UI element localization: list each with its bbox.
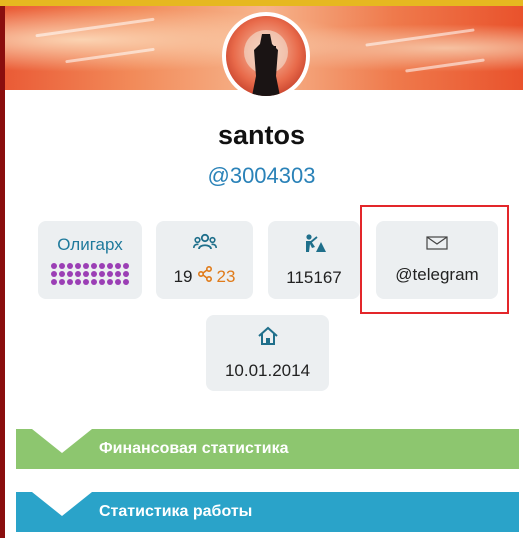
rank-dot: [75, 263, 81, 269]
share-icon: [197, 265, 213, 287]
work-value: 115167: [286, 267, 342, 287]
rank-dot: [99, 263, 105, 269]
rank-dot: [75, 271, 81, 277]
rank-dot: [107, 279, 113, 285]
rank-dot: [59, 263, 65, 269]
rank-dot: [123, 263, 129, 269]
rank-dot: [107, 263, 113, 269]
rank-dot: [99, 271, 105, 277]
finance-stats-section[interactable]: Финансовая статистика: [16, 429, 519, 469]
rank-dot: [83, 263, 89, 269]
home-icon: [257, 326, 279, 351]
rank-dot: [51, 279, 57, 285]
work-stats-section[interactable]: Статистика работы: [16, 492, 519, 532]
registration-date: 10.01.2014: [224, 360, 311, 380]
rank-dot: [91, 263, 97, 269]
rank-dot: [59, 271, 65, 277]
rank-dot: [91, 271, 97, 277]
work-stats-title: Статистика работы: [99, 503, 253, 520]
contact-highlight-frame: [360, 205, 509, 314]
finance-stats-title: Финансовая статистика: [99, 440, 289, 457]
rank-card[interactable]: Олигарх: [38, 221, 142, 299]
rank-dot: [115, 263, 121, 269]
rank-dot: [67, 279, 73, 285]
work-card[interactable]: 115167: [268, 221, 360, 299]
rank-dot: [123, 271, 129, 277]
chevron-down-icon: [32, 492, 92, 516]
rank-dot: [83, 271, 89, 277]
rank-dot: [59, 279, 65, 285]
users-icon: [192, 233, 217, 256]
avatar-image: [244, 30, 288, 96]
rank-dot: [83, 279, 89, 285]
profile-handle[interactable]: @3004303: [0, 163, 523, 189]
rank-dot: [107, 271, 113, 277]
rank-dot: [75, 279, 81, 285]
rank-dot: [67, 271, 73, 277]
rank-dot: [51, 271, 57, 277]
shares-count: 23: [216, 266, 236, 286]
rank-dot: [123, 279, 129, 285]
rank-label: Олигарх: [57, 235, 123, 254]
avatar[interactable]: [222, 12, 310, 100]
chevron-down-icon: [32, 429, 92, 453]
profile-username: santos: [217, 120, 306, 150]
rank-dot: [115, 271, 121, 277]
friends-card[interactable]: 19 23: [156, 221, 253, 299]
rank-dot: [99, 279, 105, 285]
registration-date-card[interactable]: 10.01.2014: [206, 315, 329, 391]
worker-icon: [302, 233, 326, 258]
rank-dot: [91, 279, 97, 285]
rank-dot: [67, 263, 73, 269]
rank-dots: [51, 263, 129, 285]
rank-dot: [51, 263, 57, 269]
rank-dot: [115, 279, 121, 285]
friends-count: 19: [173, 266, 193, 286]
